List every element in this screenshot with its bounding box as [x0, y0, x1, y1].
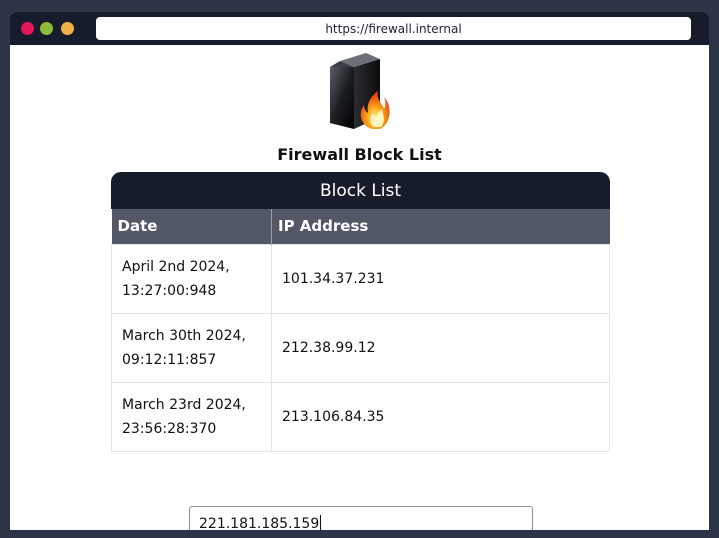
ip-cell: 101.34.37.231 — [271, 243, 610, 314]
column-header-date: Date — [111, 209, 272, 244]
date-text: March 30th 2024, — [122, 327, 246, 344]
browser-titlebar: https://firewall.internal — [10, 12, 709, 45]
date-cell: April 2nd 2024, 13:27:00:948 — [111, 243, 272, 314]
firewall-logo-icon — [326, 51, 392, 133]
ip-cell: 213.106.84.35 — [271, 381, 610, 452]
ip-input-value: 221.181.185.159 — [199, 515, 320, 531]
maximize-window-button[interactable] — [61, 22, 74, 35]
page-title: Firewall Block List — [277, 145, 442, 164]
block-list-header: Block List — [111, 172, 610, 209]
table-row: March 30th 2024, 09:12:11:857 212.38.99.… — [111, 312, 610, 383]
date-cell: March 23rd 2024, 23:56:28:370 — [111, 381, 272, 452]
table-header-row: Date IP Address — [111, 209, 610, 244]
date-cell: March 30th 2024, 09:12:11:857 — [111, 312, 272, 383]
ip-address-input[interactable]: 221.181.185.159 — [189, 506, 533, 530]
date-text: April 2nd 2024, — [122, 258, 230, 275]
time-text: 09:12:11:857 — [122, 351, 217, 368]
close-window-button[interactable] — [21, 22, 34, 35]
minimize-window-button[interactable] — [40, 22, 53, 35]
url-text: https://firewall.internal — [325, 21, 462, 36]
ip-cell: 212.38.99.12 — [271, 312, 610, 383]
table-row: March 23rd 2024, 23:56:28:370 213.106.84… — [111, 381, 610, 452]
page-content: Firewall Block List Block List Date IP A… — [10, 45, 709, 530]
time-text: 23:56:28:370 — [122, 420, 217, 437]
column-header-ip-address: IP Address — [271, 209, 610, 244]
text-caret — [320, 514, 322, 530]
time-text: 13:27:00:948 — [122, 282, 217, 299]
date-text: March 23rd 2024, — [122, 396, 246, 413]
browser-window: https://firewall.internal Firewall Block… — [10, 12, 709, 530]
block-list-panel: Block List Date IP Address April 2nd 202… — [111, 172, 610, 452]
table-row: April 2nd 2024, 13:27:00:948 101.34.37.2… — [111, 243, 610, 314]
address-bar[interactable]: https://firewall.internal — [96, 17, 691, 40]
block-list-table: Date IP Address April 2nd 2024, 13:27:00… — [111, 209, 610, 452]
